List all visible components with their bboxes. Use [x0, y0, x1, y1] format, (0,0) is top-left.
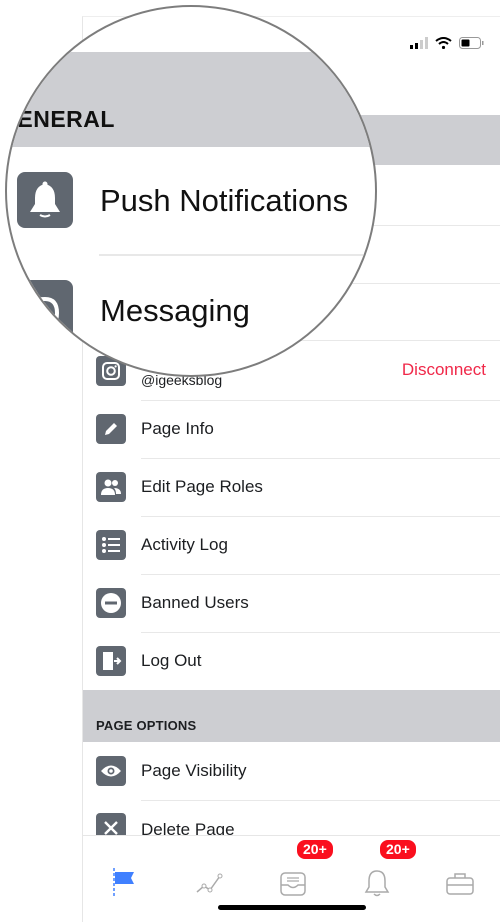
list-item-label: Delete Page — [141, 820, 235, 835]
close-icon — [96, 813, 126, 835]
chart-line-icon — [196, 873, 223, 893]
list-icon — [96, 530, 126, 560]
list-item-delete-page[interactable]: Delete Page — [83, 800, 500, 835]
briefcase-icon — [446, 873, 474, 895]
home-indicator — [218, 905, 366, 910]
disconnect-button[interactable]: Disconnect — [402, 360, 486, 380]
list-item-page-info[interactable]: Page Info — [83, 400, 500, 458]
status-bar — [410, 37, 484, 49]
list-item-label: Page Info — [141, 419, 214, 438]
list-item-label: Edit Page Roles — [141, 477, 263, 496]
tab-inbox[interactable] — [279, 870, 307, 903]
list-item-edit-page-roles[interactable]: Edit Page Roles — [83, 458, 500, 516]
eye-icon — [96, 756, 126, 786]
tab-tools[interactable] — [445, 872, 475, 901]
list-item-label: Messaging — [100, 293, 250, 328]
general-section-header-zoomed: GENERAL — [7, 52, 375, 147]
bell-icon — [364, 870, 390, 897]
cellular-signal-icon — [410, 37, 428, 49]
list-item-banned-users[interactable]: Banned Users — [83, 574, 500, 632]
flag-icon — [113, 868, 134, 898]
ban-icon — [96, 588, 126, 618]
list-item-label: Push Notifications — [100, 183, 349, 218]
notifications-badge: 20+ — [378, 838, 418, 861]
people-icon — [96, 472, 126, 502]
list-item-label: Page Visibility — [141, 761, 247, 780]
list-item-push-notifications[interactable]: Push Notifications — [7, 147, 375, 255]
tab-insights[interactable] — [195, 872, 223, 901]
list-item-messaging[interactable]: Messaging — [7, 256, 375, 366]
wifi-icon — [435, 37, 452, 49]
pencil-icon — [96, 414, 126, 444]
messenger-icon — [17, 280, 73, 350]
list-item-log-out[interactable]: Log Out — [83, 632, 500, 690]
tab-page[interactable] — [111, 868, 135, 903]
list-item-label: Banned Users — [141, 593, 249, 612]
magnifier-circle: GENERAL Push Notifications Messaging — [5, 5, 377, 377]
section-header-label: PAGE OPTIONS — [96, 718, 197, 733]
battery-icon — [459, 37, 484, 49]
list-item-activity-log[interactable]: Activity Log — [83, 516, 500, 574]
inbox-badge: 20+ — [295, 838, 335, 861]
inbox-icon — [280, 872, 306, 896]
bell-icon — [17, 172, 73, 228]
logout-icon — [96, 646, 126, 676]
list-item-label: Log Out — [141, 651, 202, 670]
list-item-label: Activity Log — [141, 535, 228, 554]
section-header-label: GENERAL — [5, 106, 115, 132]
page-options-section-header: PAGE OPTIONS — [83, 690, 500, 742]
tab-notifications[interactable] — [363, 868, 391, 903]
list-item-page-visibility[interactable]: Page Visibility — [83, 742, 500, 800]
